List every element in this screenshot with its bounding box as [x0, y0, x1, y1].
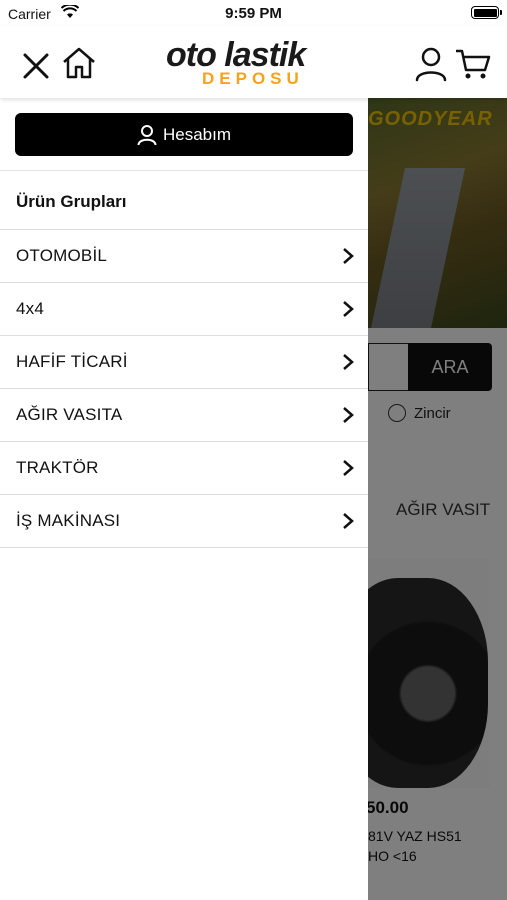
- menu-item-traktor[interactable]: TRAKTÖR: [0, 441, 368, 494]
- account-label: Hesabım: [162, 124, 232, 144]
- menu-item-4x4[interactable]: 4x4: [0, 282, 368, 335]
- close-icon[interactable]: [22, 52, 50, 80]
- chevron-right-icon: [343, 513, 354, 529]
- app-header: oto lastik DEPOSU: [0, 26, 507, 98]
- user-icon[interactable]: [414, 46, 448, 82]
- menu-item-label: AĞIR VASITA: [16, 405, 123, 424]
- menu-item-label: HAFİF TİCARİ: [16, 352, 128, 371]
- clock: 9:59 PM: [225, 5, 282, 22]
- app-logo[interactable]: oto lastik DEPOSU: [166, 36, 346, 92]
- menu-item-label: OTOMOBİL: [16, 246, 108, 265]
- battery-icon: [471, 6, 502, 19]
- logo-sub-text: DEPOSU: [202, 69, 304, 88]
- category-menu: OTOMOBİL 4x4 HAFİF TİCARİ AĞIR VASITA TR…: [0, 229, 368, 548]
- menu-item-label: İŞ MAKİNASI: [16, 511, 121, 530]
- home-icon[interactable]: [61, 45, 97, 81]
- menu-item-otomobil[interactable]: OTOMOBİL: [0, 229, 368, 282]
- menu-item-is-makinasi[interactable]: İŞ MAKİNASI: [0, 494, 368, 548]
- account-button[interactable]: Hesabım: [15, 113, 353, 156]
- cart-icon[interactable]: [455, 46, 491, 82]
- chevron-right-icon: [343, 248, 354, 264]
- user-icon: [137, 124, 157, 145]
- divider: [0, 170, 368, 171]
- chevron-right-icon: [343, 301, 354, 317]
- menu-item-label: TRAKTÖR: [16, 458, 99, 477]
- menu-item-label: 4x4: [16, 299, 45, 318]
- chevron-right-icon: [343, 407, 354, 423]
- menu-item-hafif-ticari[interactable]: HAFİF TİCARİ: [0, 335, 368, 388]
- chevron-right-icon: [343, 354, 354, 370]
- chevron-right-icon: [343, 460, 354, 476]
- dim-overlay[interactable]: [368, 98, 507, 900]
- status-bar: Carrier 9:59 PM: [0, 0, 507, 26]
- section-title: Ürün Grupları: [16, 192, 127, 211]
- side-drawer: Hesabım Ürün Grupları OTOMOBİL 4x4 HAFİF…: [0, 98, 368, 900]
- menu-item-agir-vasita[interactable]: AĞIR VASITA: [0, 388, 368, 441]
